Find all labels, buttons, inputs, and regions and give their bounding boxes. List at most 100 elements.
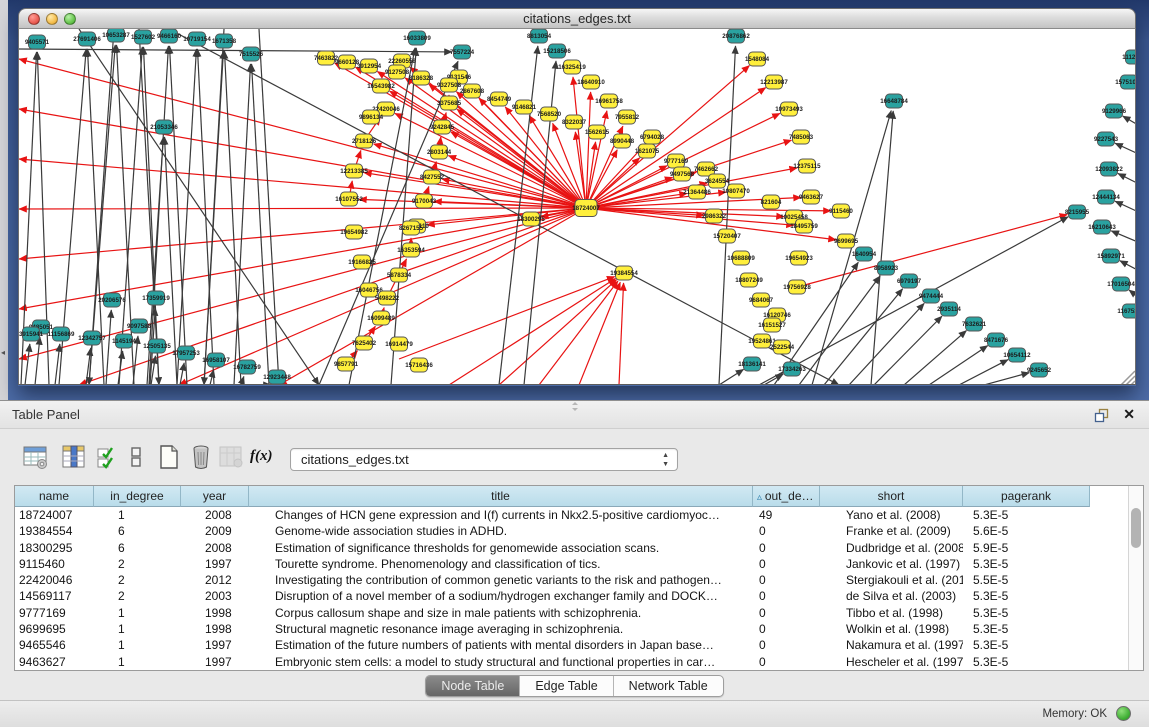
graph-node[interactable]: 16107552 — [335, 192, 363, 206]
graph-node[interactable]: 3375685 — [437, 96, 462, 110]
tab-network-table[interactable]: Network Table — [614, 676, 723, 696]
graph-node[interactable]: 12213987 — [760, 75, 788, 89]
graph-node[interactable]: 1562615 — [585, 125, 610, 139]
table-row[interactable]: 977716911998Corpus callosum shape and si… — [15, 605, 1128, 621]
graph-node[interactable]: 17957253 — [172, 346, 200, 360]
column-header-year[interactable]: year — [181, 486, 249, 507]
graph-node[interactable]: 9463627 — [799, 190, 824, 204]
graph-node[interactable]: 18136141 — [738, 357, 766, 371]
graph-node[interactable]: 8813054 — [527, 29, 552, 43]
network-canvas[interactable]: 9405571276914061065328715276029466160107… — [18, 29, 1136, 385]
graph-node[interactable]: 8215955 — [1065, 205, 1090, 219]
graph-node[interactable]: 3624554 — [705, 174, 730, 188]
graph-node[interactable]: 2935114 — [937, 302, 961, 316]
graph-node[interactable]: 9777169 — [664, 154, 689, 168]
delete-table-icon[interactable] — [188, 444, 214, 470]
graph-node[interactable]: 19756928 — [783, 280, 811, 294]
graph-node[interactable]: 8990448 — [610, 134, 635, 148]
graph-node[interactable]: 16782759 — [233, 360, 261, 374]
graph-node[interactable]: 7632621 — [962, 317, 987, 331]
graph-node[interactable]: 8454749 — [487, 92, 512, 106]
graph-node[interactable]: 2986322 — [702, 209, 727, 223]
graph-node[interactable]: 7625402 — [352, 336, 377, 350]
resize-grip-icon[interactable] — [1121, 371, 1135, 385]
graph-node[interactable]: 6794028 — [640, 130, 665, 144]
graph-node[interactable]: 15218506 — [543, 44, 571, 58]
graph-node[interactable]: 1621075 — [635, 144, 660, 158]
graph-node[interactable]: 19654982 — [340, 225, 368, 239]
graph-node[interactable]: 1640954 — [852, 247, 877, 261]
graph-node[interactable]: 8322037 — [562, 115, 587, 129]
graph-node[interactable]: 19654923 — [785, 251, 813, 265]
row-height-icon[interactable] — [123, 444, 149, 470]
graph-node[interactable]: 16210643 — [1088, 220, 1116, 234]
graph-node[interactable]: 9405571 — [25, 35, 50, 49]
graph-node[interactable]: 9466160 — [157, 29, 182, 43]
graph-node[interactable]: 12923448 — [263, 370, 291, 384]
graph-node[interactable]: 16033809 — [403, 31, 431, 45]
graph-node[interactable]: 16099489 — [367, 311, 395, 325]
graph-node[interactable]: 1548084 — [745, 52, 770, 66]
graph-node[interactable]: 16914479 — [385, 337, 413, 351]
graph-node[interactable]: 2867608 — [460, 84, 485, 98]
graph-node[interactable]: 8427552 — [420, 170, 445, 184]
table-row[interactable]: 969969511998Structural magnetic resonanc… — [15, 621, 1128, 637]
graph-node[interactable]: 18640910 — [577, 75, 605, 89]
graph-node[interactable]: 15751074 — [1115, 75, 1135, 89]
table-row[interactable]: 1938455462009Genome-wide association stu… — [15, 523, 1128, 539]
graph-node[interactable]: 7955812 — [615, 110, 640, 124]
graph-node[interactable]: 2718126 — [352, 134, 377, 148]
graph-node[interactable]: 6979197 — [897, 274, 922, 288]
graph-node[interactable]: 18807249 — [735, 273, 763, 287]
column-header-name[interactable]: name — [15, 486, 94, 507]
graph-node[interactable]: 9474444 — [919, 289, 944, 303]
graph-node[interactable]: 15716436 — [405, 358, 433, 372]
graph-node[interactable]: 9097588 — [127, 319, 152, 333]
table-selector-dropdown[interactable]: citations_edges.txt ▲▼ — [290, 448, 678, 471]
graph-node[interactable]: 9684067 — [749, 293, 774, 307]
column-header-pagerank[interactable]: pagerank — [963, 486, 1090, 507]
graph-node[interactable]: 9146821 — [512, 100, 537, 114]
panel-collapse-arrow[interactable]: ◂ — [1, 348, 5, 357]
table-row[interactable]: 1830029562008Estimation of significance … — [15, 540, 1128, 556]
graph-node[interactable]: 1112184 — [1122, 50, 1135, 64]
graph-node[interactable]: 16325419 — [558, 60, 586, 74]
select-all-columns-icon[interactable] — [95, 444, 121, 470]
graph-node[interactable]: 1145194 — [112, 334, 136, 348]
graph-node[interactable]: 7485063 — [789, 130, 814, 144]
new-table-icon[interactable] — [156, 444, 182, 470]
graph-node[interactable]: 2803144 — [427, 145, 452, 159]
table-row[interactable]: 946362711997Embryonic stem cells: a mode… — [15, 654, 1128, 670]
graph-node[interactable]: 1671358 — [212, 34, 237, 48]
table-row[interactable]: 1456911722003Disruption of a novel membe… — [15, 588, 1128, 604]
graph-node[interactable]: 10807470 — [722, 184, 750, 198]
graph-node[interactable]: 9227543 — [1094, 132, 1119, 146]
close-panel-icon[interactable]: ✕ — [1123, 406, 1135, 423]
graph-node[interactable]: 11675334 — [1117, 304, 1135, 318]
table-row[interactable]: 911546021997Tourette syndrome. Phenomeno… — [15, 556, 1128, 572]
graph-node[interactable]: 8958923 — [874, 261, 899, 275]
graph-node[interactable]: 16648784 — [880, 94, 908, 108]
graph-node[interactable]: 20206576 — [98, 293, 126, 307]
column-visibility-icon[interactable] — [61, 444, 87, 470]
graph-node[interactable]: 10719154 — [183, 32, 211, 46]
table-settings-icon[interactable] — [23, 444, 49, 470]
float-window-icon[interactable] — [1094, 408, 1109, 423]
graph-node[interactable]: 10653287 — [102, 29, 130, 42]
graph-node[interactable]: 9857791 — [334, 357, 359, 371]
graph-node[interactable]: 20876862 — [722, 29, 750, 43]
graph-node[interactable]: 1527602 — [131, 30, 156, 44]
scrollbar-thumb[interactable] — [1131, 508, 1141, 548]
table-row[interactable]: 1872400712008Changes of HCN gene express… — [15, 507, 1128, 523]
graph-node[interactable]: 12375115 — [793, 159, 821, 173]
graph-node[interactable]: 9115460 — [829, 204, 853, 218]
graph-node[interactable]: 7557224 — [450, 45, 475, 59]
column-header-in_degree[interactable]: in_degree — [94, 486, 181, 507]
window-titlebar[interactable]: citations_edges.txt — [18, 8, 1136, 29]
graph-node[interactable]: 8471676 — [984, 333, 1009, 347]
graph-node[interactable]: 5498222 — [375, 291, 400, 305]
table-vertical-scrollbar[interactable] — [1128, 486, 1143, 670]
column-header-short[interactable]: short — [820, 486, 963, 507]
graph-node[interactable]: 16961758 — [595, 94, 623, 108]
graph-node[interactable]: 9497568 — [670, 167, 695, 181]
